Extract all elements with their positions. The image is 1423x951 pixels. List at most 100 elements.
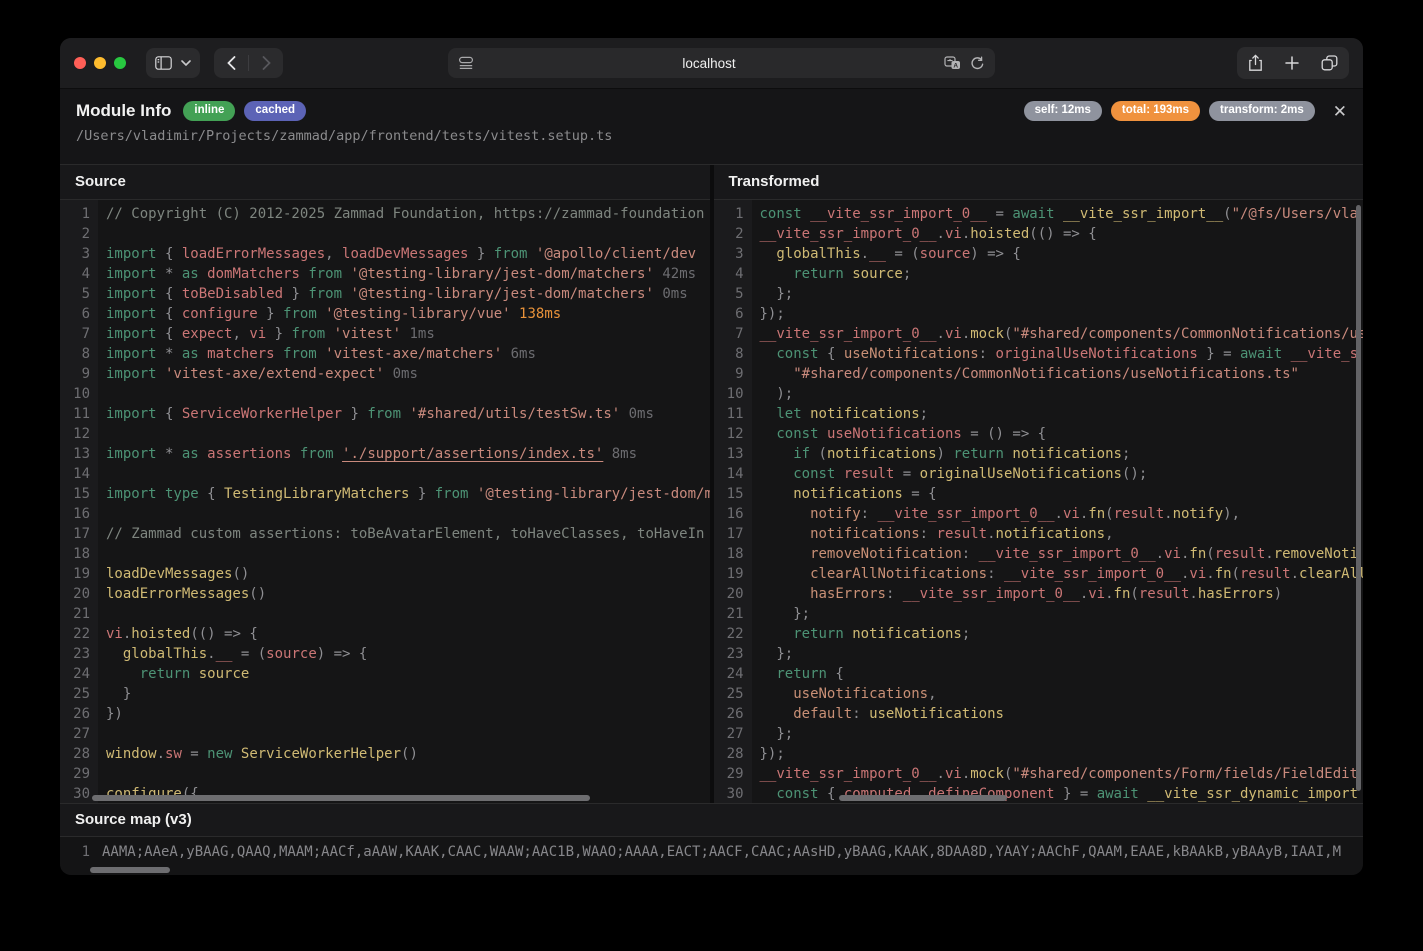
close-panel-button[interactable]: ✕ [1333,103,1347,120]
code-token: hasErrors [760,586,886,602]
transformed-horizontal-scrollbar[interactable] [839,795,1007,801]
code-line: 25 useNotifications, [714,684,1364,704]
code-token: 0ms [654,286,688,302]
code-token: loadErrorMessages [106,586,249,602]
tab-overview-button[interactable] [1321,55,1338,71]
line-number: 5 [714,284,752,304]
code-token: () [232,566,249,582]
code-line: 29__vite_ssr_import_0__.vi.mock("#shared… [714,764,1364,784]
code-token: loadDevMessages [106,566,232,582]
code-line: 22vi.hoisted(() => { [60,624,710,644]
reader-icon[interactable] [458,56,474,70]
forward-button[interactable] [249,48,283,78]
line-number: 22 [714,624,752,644]
code-line: 23 }; [714,644,1364,664]
line-number: 20 [714,584,752,604]
code-token: ServiceWorkerHelper [182,406,342,422]
code-token: vi [106,626,123,642]
code-token: new [207,746,232,762]
code-token: ) [937,446,954,462]
source-horizontal-scrollbar[interactable] [92,795,590,801]
close-window-button[interactable] [74,57,86,69]
line-number: 20 [60,584,98,604]
code-token: "#shared/components/CommonNotifications/… [760,366,1299,382]
code-token: . [937,226,945,242]
page-title: Module Info [76,101,171,121]
code-token: from [435,486,469,502]
line-number: 16 [60,504,98,524]
code-line: 5import { toBeDisabled } from '@testing-… [60,284,710,304]
line-number: 10 [60,384,98,404]
code-token: . [962,766,970,782]
share-button[interactable] [1248,54,1263,72]
code-line: 2 [60,224,710,244]
code-token: ), [1223,506,1240,522]
code-line: 4 return source; [714,264,1364,284]
code-token: (() => { [190,626,257,642]
code-line: 20loadErrorMessages() [60,584,710,604]
code-token: fn [1189,546,1206,562]
line-number: 12 [60,424,98,444]
code-token: . [1291,566,1299,582]
code-token: loadDevMessages [342,246,468,262]
module-link[interactable]: './support/assertions/index.ts' [342,446,603,462]
browser-window: localhost A [60,38,1363,875]
zoom-window-button[interactable] [114,57,126,69]
line-number: 24 [60,664,98,684]
code-token: source [190,666,249,682]
code-line: 9 "#shared/components/CommonNotification… [714,364,1364,384]
code-token: { [157,286,182,302]
code-token: . [1080,586,1088,602]
code-token: domMatchers [199,266,300,282]
line-number: 15 [714,484,752,504]
transformed-vertical-scrollbar[interactable] [1356,205,1361,791]
code-token: import [106,446,157,462]
code-line: 21 [60,604,710,624]
code-line: 14 [60,464,710,484]
code-token: __vite_ssr_dynamic_import [1139,786,1358,802]
code-token: ( [1206,546,1214,562]
address-bar[interactable]: localhost A [448,48,995,78]
code-token: useNotifications [760,686,929,702]
back-button[interactable] [214,48,248,78]
code-token: import [106,366,157,382]
code-token: mock [970,766,1004,782]
line-number: 17 [60,524,98,544]
translate-icon[interactable]: A [944,56,961,70]
code-token: const [760,466,836,482]
sidebar-toggle-button[interactable] [146,48,200,78]
code-line: 11import { ServiceWorkerHelper } from '#… [60,404,710,424]
code-token: import [106,286,157,302]
source-panel: Source 1// Copyright (C) 2012-2025 Zamma… [60,165,710,803]
code-token: ; [903,266,911,282]
minimize-window-button[interactable] [94,57,106,69]
code-line: 26}) [60,704,710,724]
code-token: source [844,266,903,282]
sourcemap-horizontal-scrollbar[interactable] [90,867,170,873]
line-number: 13 [714,444,752,464]
code-line: 5 }; [714,284,1364,304]
code-token: __vite_ssr_import_0__ [760,326,937,342]
code-token: : [920,526,937,542]
code-line: 22 return notifications; [714,624,1364,644]
code-line: 21 }; [714,604,1364,624]
code-token: const [760,206,802,222]
line-number: 10 [714,384,752,404]
code-line: 18 [60,544,710,564]
code-line: 29 [60,764,710,784]
line-number: 9 [60,364,98,384]
code-token: { [157,326,182,342]
line-number: 27 [714,724,752,744]
new-tab-button[interactable] [1285,56,1299,70]
code-token: mock [970,326,1004,342]
code-token: __vite_ssr_import_0__ [1004,566,1181,582]
code-token: ; [920,406,928,422]
code-token: as [182,266,199,282]
code-token: = [182,746,207,762]
code-panels: Source 1// Copyright (C) 2012-2025 Zamma… [60,164,1363,803]
reload-icon[interactable] [970,56,985,71]
code-token: 1ms [401,326,435,342]
code-token: . [962,326,970,342]
line-number: 30 [714,784,752,803]
code-token: vi [1088,586,1105,602]
